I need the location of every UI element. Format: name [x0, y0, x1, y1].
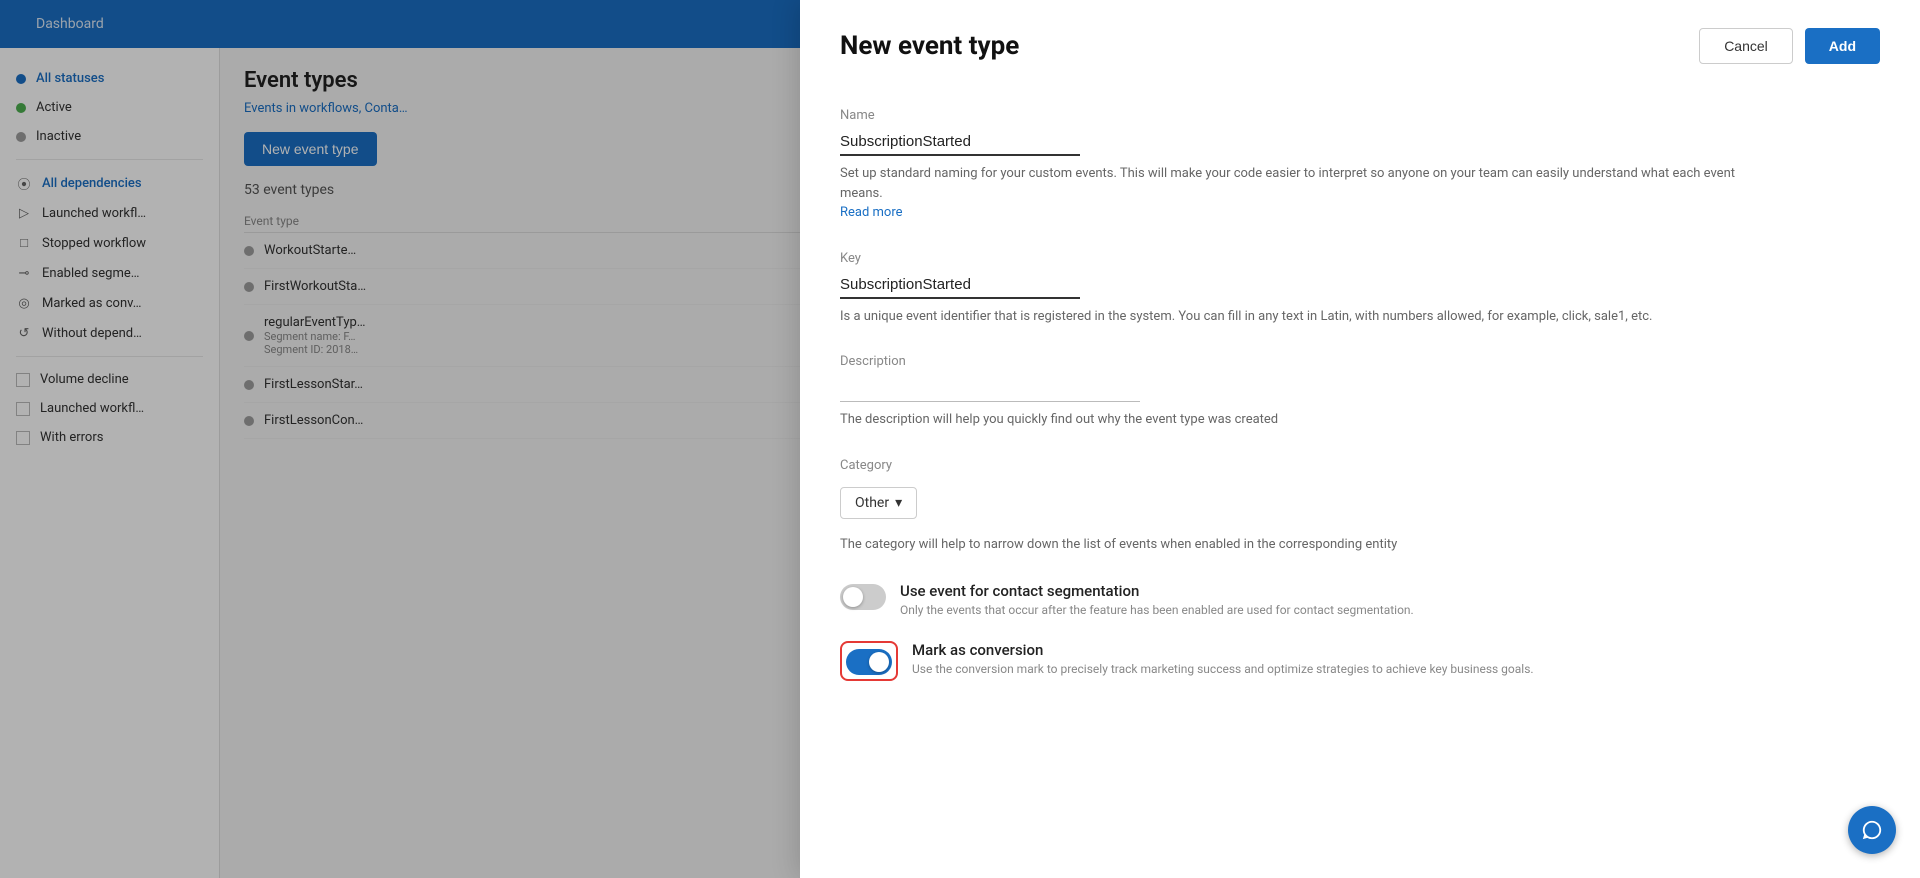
modal-actions: Cancel Add [1699, 28, 1880, 64]
toggle-thumb [843, 587, 863, 607]
read-more-link[interactable]: Read more [840, 205, 903, 220]
key-input[interactable] [840, 272, 1080, 299]
conversion-hint: Use the conversion mark to precisely tra… [912, 662, 1612, 676]
segmentation-label-group: Use event for contact segmentation Only … [900, 582, 1880, 617]
chevron-down-icon: ▾ [895, 495, 902, 511]
add-button[interactable]: Add [1805, 28, 1880, 64]
description-hint: The description will help you quickly fi… [840, 410, 1740, 430]
modal-title: New event type [840, 31, 1019, 61]
category-value: Other [855, 495, 889, 511]
toggle-thumb [869, 652, 889, 672]
description-input[interactable] [840, 377, 1140, 402]
category-hint: The category will help to narrow down th… [840, 535, 1740, 555]
modal-header: New event type Cancel Add [800, 0, 1920, 84]
key-section: Key Is a unique event identifier that is… [840, 251, 1880, 327]
modal-panel: New event type Cancel Add Name Set up st… [800, 0, 1920, 878]
name-section: Name Set up standard naming for your cus… [840, 108, 1880, 223]
conversion-label: Mark as conversion [912, 641, 1880, 659]
conversion-toggle-row: Mark as conversion Use the conversion ma… [840, 641, 1880, 681]
conversion-label-group: Mark as conversion Use the conversion ma… [912, 641, 1880, 676]
key-label: Key [840, 251, 1880, 266]
key-hint: Is a unique event identifier that is reg… [840, 307, 1740, 327]
name-input[interactable] [840, 129, 1080, 156]
conversion-toggle[interactable] [846, 649, 892, 675]
name-label: Name [840, 108, 1880, 123]
segmentation-toggle[interactable] [840, 584, 886, 610]
category-dropdown[interactable]: Other ▾ [840, 487, 917, 519]
segmentation-hint: Only the events that occur after the fea… [900, 603, 1600, 617]
segmentation-label: Use event for contact segmentation [900, 582, 1880, 600]
name-hint: Set up standard naming for your custom e… [840, 164, 1740, 223]
category-label: Category [840, 458, 1880, 473]
conversion-toggle-highlight [840, 641, 898, 681]
cancel-button[interactable]: Cancel [1699, 28, 1793, 64]
chat-icon [1861, 819, 1883, 841]
segmentation-toggle-row: Use event for contact segmentation Only … [840, 582, 1880, 617]
category-section: Category Other ▾ The category will help … [840, 458, 1880, 555]
description-section: Description The description will help yo… [840, 354, 1880, 430]
description-label: Description [840, 354, 1880, 369]
modal-body: Name Set up standard naming for your cus… [800, 84, 1920, 878]
chat-bubble[interactable] [1848, 806, 1896, 854]
